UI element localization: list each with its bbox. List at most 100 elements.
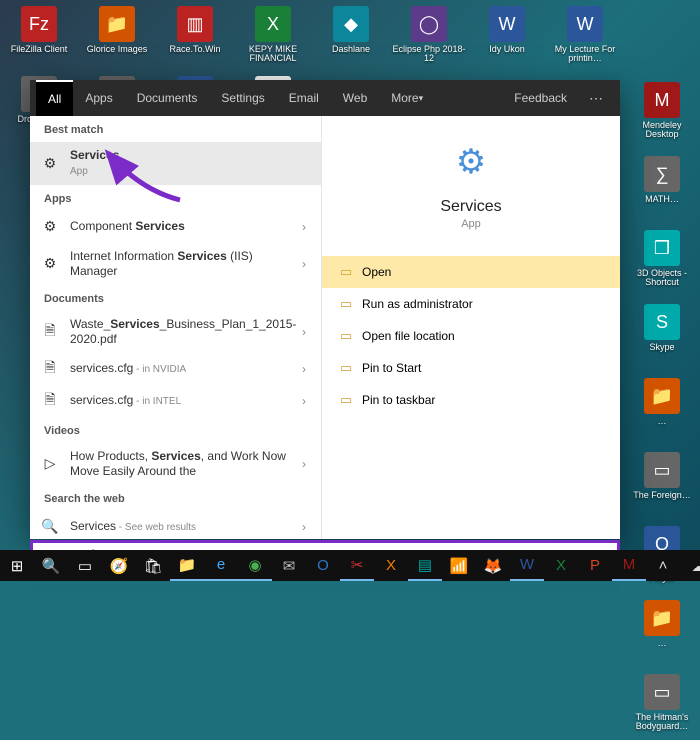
desktop-icon-mylecture[interactable]: W My Lecture For printin… — [546, 4, 624, 74]
taskbar-mail[interactable]: ✉ — [272, 550, 306, 581]
desktop-icon-filezilla[interactable]: Fz FileZilla Client — [0, 4, 78, 74]
tab-email[interactable]: Email — [277, 80, 331, 116]
action-icon: ▭ — [340, 360, 362, 376]
desktop-icon-folder1[interactable]: 📁 … — [626, 376, 698, 444]
feedback-link[interactable]: Feedback — [502, 80, 579, 116]
desktop-icon-label: Eclipse Php 2018-12 — [390, 45, 468, 63]
taskbar-start[interactable]: ⊞ — [0, 550, 34, 581]
action-open[interactable]: ▭ Open — [322, 256, 620, 288]
app-icon: ⚙ — [40, 254, 60, 274]
action-icon: ▭ — [340, 328, 362, 344]
taskbar-explorer[interactable]: 📁 — [170, 550, 204, 581]
result-web[interactable]: 🔍 Services - See web results › — [30, 511, 321, 540]
chevron-right-icon: › — [297, 394, 311, 408]
mylecture-icon: W — [567, 6, 603, 42]
options-icon[interactable]: ⋯ — [579, 90, 614, 107]
action-runas[interactable]: ▭ Run as administrator — [322, 288, 620, 320]
desktop-icon-label: Idy Ukon — [487, 45, 527, 54]
desktop-icon-glorice[interactable]: 📁 Glorice Images — [78, 4, 156, 74]
action-icon: ▭ — [340, 296, 362, 312]
action-pinstart[interactable]: ▭ Pin to Start — [322, 352, 620, 384]
folder2-icon: 📁 — [644, 600, 680, 636]
taskbar-network[interactable]: 📶 — [442, 550, 476, 581]
action-label: Pin to Start — [362, 361, 421, 375]
folder1-icon: 📁 — [644, 378, 680, 414]
desktop-icon-kepy[interactable]: X KEPY MIKE FINANCIAL — [234, 4, 312, 74]
tab-documents[interactable]: Documents — [125, 80, 210, 116]
desktop-icon-label: … — [656, 417, 669, 426]
chevron-right-icon: › — [297, 257, 311, 271]
app-icon: ⚙ — [40, 217, 60, 237]
race-icon: ▥ — [177, 6, 213, 42]
tab-settings[interactable]: Settings — [209, 80, 276, 116]
taskbar-firefox[interactable]: 🦊 — [476, 550, 510, 581]
tab-web[interactable]: Web — [331, 80, 379, 116]
desktop-icon-label: My Lecture For printin… — [546, 45, 624, 63]
result-cfg-intel[interactable]: 🗎 services.cfg - in INTEL › — [30, 385, 321, 417]
action-pintb[interactable]: ▭ Pin to taskbar — [322, 384, 620, 416]
taskbar-chrome[interactable]: ◉ — [238, 550, 272, 581]
action-label: Pin to taskbar — [362, 393, 435, 407]
taskbar-store[interactable]: 🛍 — [136, 550, 170, 581]
kepy-icon: X — [255, 6, 291, 42]
taskbar-xampp[interactable]: X — [374, 550, 408, 581]
result-cfg-nvidia[interactable]: 🗎 services.cfg - in NVIDIA › — [30, 353, 321, 385]
taskbar-word[interactable]: W — [510, 550, 544, 581]
taskbar-note[interactable]: ▤ — [408, 550, 442, 581]
desktop-icon-idyukon[interactable]: W Idy Ukon — [468, 4, 546, 74]
tray-onedrive-icon[interactable]: ☁ — [682, 557, 700, 575]
desktop-icon-eclipse[interactable]: ◯ Eclipse Php 2018-12 — [390, 4, 468, 74]
tab-more[interactable]: More — [379, 80, 435, 116]
taskbar-excel[interactable]: X — [544, 550, 578, 581]
desktop-icon-hitman[interactable]: ▭ The Hitman's Bodyguard… — [626, 672, 698, 740]
desktop-icon-mendeley[interactable]: M Mendeley Desktop — [626, 80, 698, 148]
taskbar-outlook[interactable]: O — [306, 550, 340, 581]
desktop-icon-3d[interactable]: ❒ 3D Objects - Shortcut — [626, 228, 698, 296]
result-waste-pdf[interactable]: 🗎 Waste_Services_Business_Plan_1_2015-20… — [30, 311, 321, 353]
desktop-icon-race[interactable]: ▥ Race.To.Win — [156, 4, 234, 74]
dashlane-icon: ◆ — [333, 6, 369, 42]
preview-actions: ▭ Open ▭ Run as administrator ▭ Open fil… — [322, 256, 620, 416]
video-icon: ▷ — [40, 454, 60, 474]
desktop-icon-label: Dashlane — [330, 45, 372, 54]
action-icon: ▭ — [340, 264, 362, 280]
tab-all[interactable]: All — [36, 80, 73, 116]
result-component-services[interactable]: ⚙ Component Services › — [30, 211, 321, 243]
result-video[interactable]: ▷ How Products, Services, and Work Now M… — [30, 443, 321, 485]
tray-chevron-icon[interactable]: ˄ — [646, 557, 680, 574]
taskbar-search[interactable]: 🔍 — [34, 550, 68, 581]
desktop-icon-label: The Hitman's Bodyguard… — [626, 713, 698, 731]
taskbar-edge[interactable]: e — [204, 550, 238, 581]
taskbar-taskview[interactable]: ▭ — [68, 550, 102, 581]
desktop-icon-skype[interactable]: S Skype — [626, 302, 698, 370]
system-tray[interactable]: ˄ ☁ — [646, 557, 700, 575]
taskbar-safari[interactable]: 🧭 — [102, 550, 136, 581]
action-openloc[interactable]: ▭ Open file location — [322, 320, 620, 352]
desktop-icon-foreign[interactable]: ▭ The Foreign… — [626, 450, 698, 518]
desktop-icon-label: Mendeley Desktop — [626, 121, 698, 139]
gear-icon: ⚙ — [449, 140, 493, 184]
desktop-icon-folder2[interactable]: 📁 … — [626, 598, 698, 666]
taskbar-ppt[interactable]: P — [578, 550, 612, 581]
section-apps: Apps — [30, 185, 321, 211]
tab-apps[interactable]: Apps — [73, 80, 124, 116]
section-web: Search the web — [30, 485, 321, 511]
preview-subtitle: App — [461, 218, 481, 230]
results-list: Best match ⚙ ServicesApp Apps ⚙ Componen… — [30, 116, 322, 539]
glorice-icon: 📁 — [99, 6, 135, 42]
idyukon-icon: W — [489, 6, 525, 42]
taskbar-mend-tb[interactable]: M — [612, 550, 646, 581]
desktop-icon-math[interactable]: ∑ MATH… — [626, 154, 698, 222]
section-videos: Videos — [30, 417, 321, 443]
desktop-icon-dashlane[interactable]: ◆ Dashlane — [312, 4, 390, 74]
preview-title: Services — [440, 198, 501, 216]
section-documents: Documents — [30, 285, 321, 311]
search-panel: All Apps Documents Settings Email Web Mo… — [30, 80, 620, 539]
result-iis[interactable]: ⚙ Internet Information Services (IIS) Ma… — [30, 243, 321, 285]
foreign-icon: ▭ — [644, 452, 680, 488]
result-services-app[interactable]: ⚙ ServicesApp — [30, 142, 321, 185]
math-icon: ∑ — [644, 156, 680, 192]
eclipse-icon: ◯ — [411, 6, 447, 42]
taskbar-snip[interactable]: ✂ — [340, 550, 374, 581]
skype-icon: S — [644, 304, 680, 340]
